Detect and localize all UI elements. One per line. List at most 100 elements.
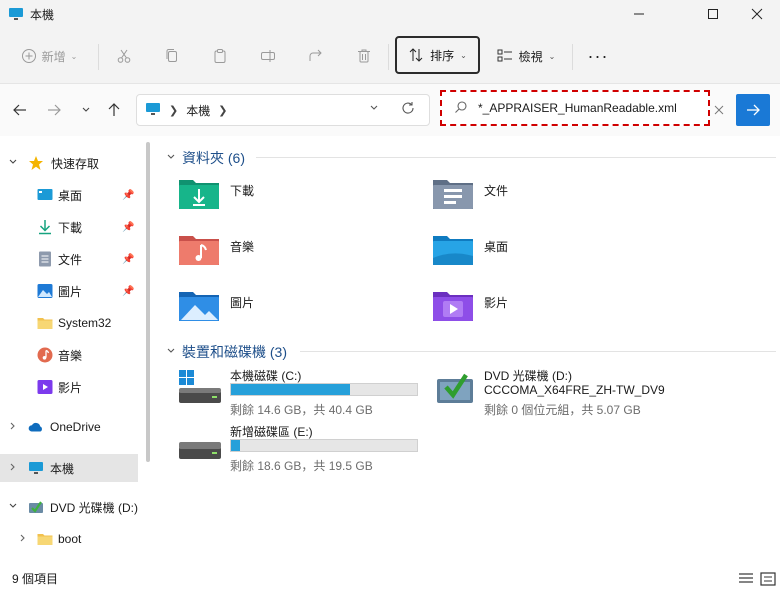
arrow-up-icon: [108, 103, 120, 116]
clear-search-button[interactable]: [710, 100, 728, 120]
pin-icon[interactable]: 📌: [122, 190, 134, 201]
chevron-down-icon[interactable]: [8, 157, 18, 170]
large-icons-view-icon[interactable]: [760, 572, 776, 586]
chevron-down-icon[interactable]: [166, 152, 176, 165]
windows-drive-icon: [179, 370, 221, 403]
sidebar-item-system32[interactable]: System32: [0, 309, 140, 337]
command-bar: 新增 ⌄ 排序 ⌄ 檢視 ⌄ ···: [0, 28, 780, 84]
sort-label: 排序: [430, 48, 455, 63]
folder-pictures[interactable]: 圖片: [178, 288, 408, 332]
forward-button[interactable]: [44, 100, 64, 120]
folders-group-header[interactable]: 資料夾 (6): [166, 148, 245, 168]
delete-button[interactable]: [350, 38, 378, 74]
folder-label: 音樂: [230, 240, 255, 254]
pin-icon[interactable]: 📌: [122, 286, 134, 297]
copy-button[interactable]: [158, 38, 186, 74]
sidebar-item-this-pc[interactable]: 本機: [0, 454, 138, 482]
arrow-left-icon: [13, 104, 26, 116]
arrow-right-icon: [747, 104, 760, 116]
folder-downloads[interactable]: 下載: [178, 176, 408, 220]
chevron-right-icon[interactable]: [8, 462, 18, 475]
folder-label: 圖片: [230, 296, 255, 310]
title-bar: 本機: [0, 0, 780, 28]
drive-usage-fill: [231, 440, 241, 451]
drive-usage-bar: [230, 383, 418, 396]
pin-icon[interactable]: 📌: [122, 254, 134, 265]
details-view-icon[interactable]: [738, 572, 754, 586]
sidebar-item-dvd-drive[interactable]: DVD 光碟機 (D:): [0, 493, 140, 521]
download-icon: [37, 219, 53, 235]
cut-button[interactable]: [110, 38, 138, 74]
sidebar-item-quick-access[interactable]: 快速存取: [0, 149, 140, 177]
cloud-icon: [28, 419, 44, 435]
pin-icon[interactable]: 📌: [122, 222, 134, 233]
chevron-right-icon[interactable]: [8, 421, 18, 434]
drive-d-dvd[interactable]: DVD 光碟機 (D:) CCCOMA_X64FRE_ZH-TW_DV9 剩餘 …: [432, 367, 692, 419]
maximize-icon: [708, 9, 718, 19]
address-dropdown-icon[interactable]: [369, 103, 379, 116]
chevron-down-icon: ⌄: [460, 50, 467, 60]
search-box[interactable]: [440, 90, 710, 126]
sidebar-item-desktop[interactable]: 桌面 📌: [0, 181, 140, 209]
sidebar-item-label: 影片: [58, 380, 83, 395]
minimize-button[interactable]: [616, 0, 662, 28]
sidebar-item-label: 下載: [58, 220, 83, 235]
folder-videos[interactable]: 影片: [432, 288, 662, 332]
maximize-button[interactable]: [690, 0, 736, 28]
search-go-button[interactable]: [736, 94, 770, 126]
sidebar-item-label: 本機: [50, 461, 75, 476]
search-icon: [454, 100, 468, 117]
more-options-button[interactable]: ···: [582, 38, 614, 74]
sidebar-item-downloads[interactable]: 下載 📌: [0, 213, 140, 241]
new-button[interactable]: 新增 ⌄: [12, 38, 86, 74]
sidebar-item-boot[interactable]: boot: [0, 525, 140, 553]
drive-volume-label: CCCOMA_X64FRE_ZH-TW_DV9: [484, 383, 665, 397]
drive-free-space: 剩餘 0 個位元組，共 5.07 GB: [484, 403, 641, 417]
folder-icon: [37, 531, 53, 547]
sidebar-item-label: System32: [58, 316, 112, 330]
search-input[interactable]: [478, 101, 688, 115]
address-bar[interactable]: ❯ 本機 ❯: [136, 94, 430, 126]
view-button[interactable]: 檢視 ⌄: [492, 38, 560, 74]
chevron-down-icon: ⌄: [70, 51, 78, 61]
drive-c[interactable]: 本機磁碟 (C:) 剩餘 14.6 GB，共 40.4 GB: [178, 367, 438, 419]
breadcrumb-separator-icon[interactable]: ❯: [218, 104, 227, 117]
computer-icon: [28, 460, 44, 476]
sidebar-item-documents[interactable]: 文件 📌: [0, 245, 140, 273]
group-divider: [256, 157, 776, 158]
chevron-down-icon[interactable]: [8, 501, 18, 514]
chevron-down-icon: [82, 107, 90, 112]
sidebar-item-pictures[interactable]: 圖片 📌: [0, 277, 140, 305]
share-button[interactable]: [302, 38, 330, 74]
drive-name: 新增磁碟區 (E:): [230, 425, 313, 439]
sidebar-item-onedrive[interactable]: OneDrive: [0, 413, 140, 441]
copy-icon: [166, 49, 177, 62]
sidebar-item-label: OneDrive: [50, 420, 101, 434]
refresh-icon[interactable]: [401, 101, 415, 118]
back-button[interactable]: [10, 100, 30, 120]
paste-button[interactable]: [206, 38, 234, 74]
folder-desktop[interactable]: 桌面: [432, 232, 662, 276]
sidebar-item-music[interactable]: 音樂: [0, 341, 140, 369]
group-divider: [300, 351, 776, 352]
music-folder-icon: [179, 236, 219, 265]
toolbar-divider: [572, 44, 573, 70]
breadcrumb-this-pc[interactable]: 本機: [186, 102, 210, 119]
drive-usage-fill: [231, 384, 351, 395]
folder-music[interactable]: 音樂: [178, 232, 408, 276]
up-button[interactable]: [104, 100, 124, 120]
sort-button[interactable]: 排序 ⌄: [395, 36, 480, 74]
navigation-pane: 快速存取 桌面 📌 下載 📌 文件 📌 圖片 📌 System32 音樂 影片 …: [0, 136, 152, 566]
drives-group-header[interactable]: 裝置和磁碟機 (3): [166, 342, 287, 362]
computer-icon: [145, 102, 161, 119]
sidebar-item-videos[interactable]: 影片: [0, 373, 140, 401]
chevron-down-icon[interactable]: [166, 346, 176, 359]
close-button[interactable]: [734, 0, 780, 28]
recent-locations-button[interactable]: [76, 100, 96, 120]
drive-e[interactable]: 新增磁碟區 (E:) 剩餘 18.6 GB，共 19.5 GB: [178, 423, 438, 475]
sidebar-scrollbar[interactable]: [146, 142, 150, 462]
chevron-right-icon[interactable]: [18, 533, 28, 546]
folder-documents[interactable]: 文件: [432, 176, 662, 220]
folder-label: 桌面: [484, 240, 509, 254]
rename-button[interactable]: [254, 38, 282, 74]
